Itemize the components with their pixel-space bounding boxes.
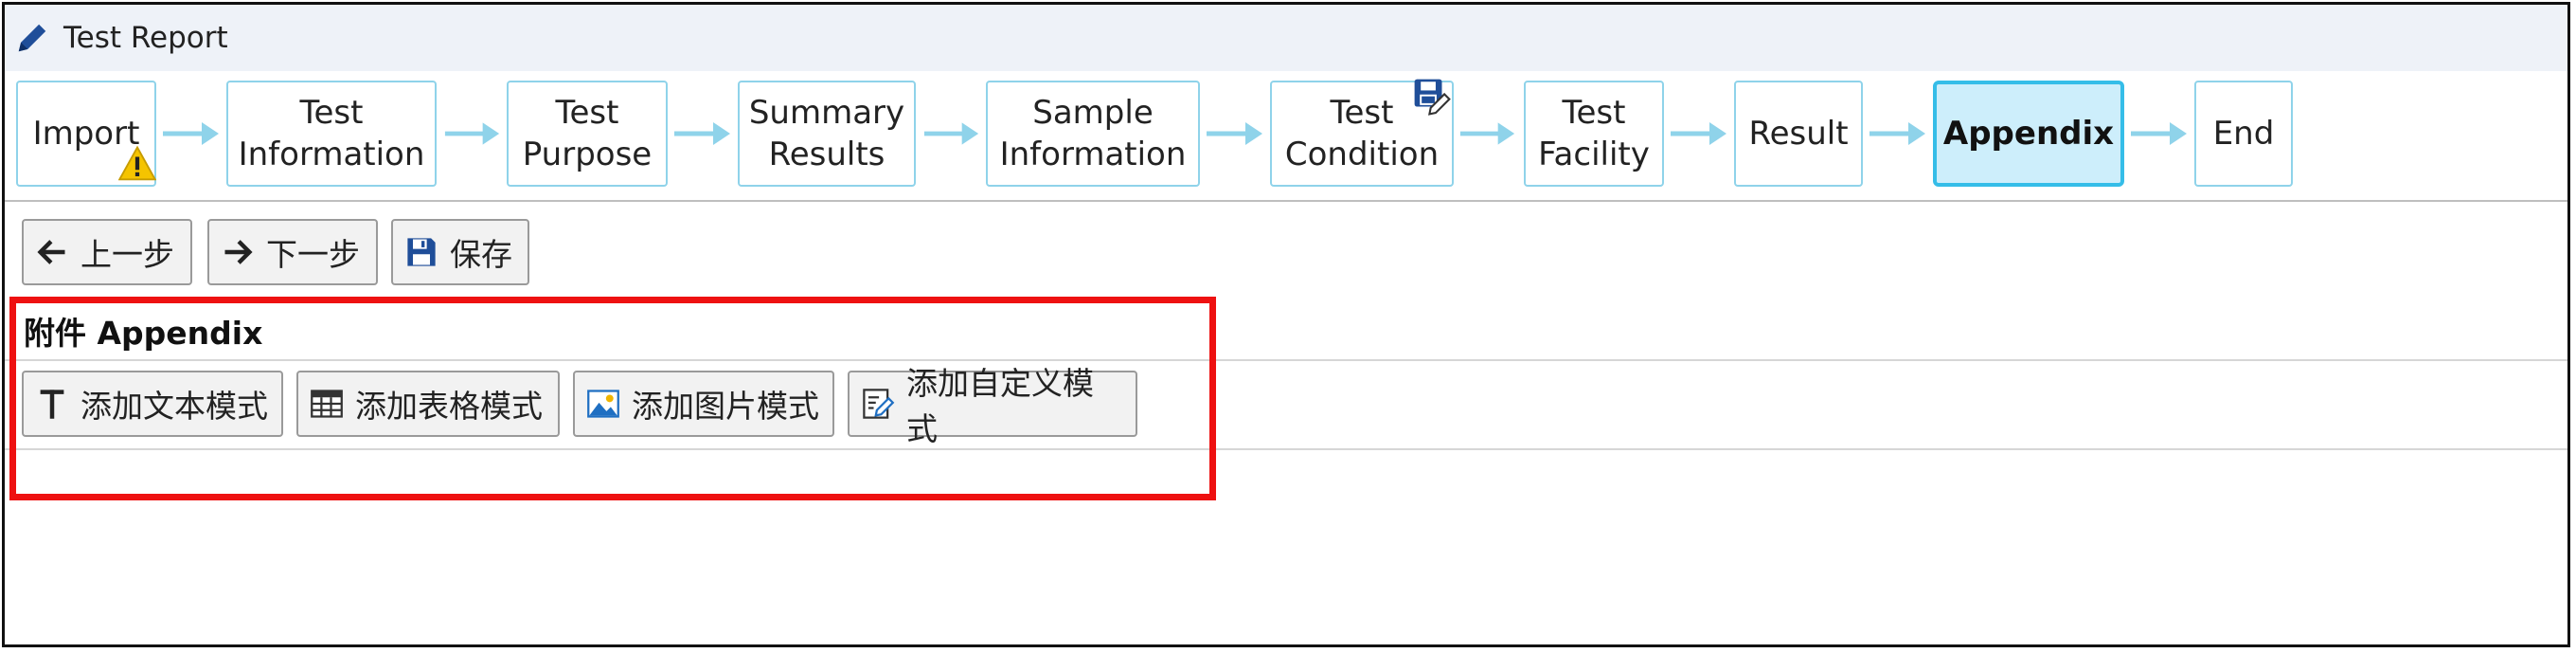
arrow-right-icon [224,240,253,264]
warning-icon [118,145,156,181]
pencil-icon [18,24,46,52]
save-label: 保存 [450,236,512,273]
step-sample-information[interactable]: Sample Information [986,81,1200,187]
previous-step-label: 上一步 [80,236,174,273]
add-text-mode-button[interactable]: 添加文本模式 [22,371,283,437]
arrow-right-icon [2131,122,2187,145]
image-icon [587,390,619,418]
add-image-mode-label: 添加图片模式 [632,388,819,425]
title-bar: Test Report [5,5,2567,71]
next-step-label: 下一步 [266,236,360,273]
step-label: Appendix [1942,115,2115,153]
add-custom-mode-label: 添加自定义模式 [906,365,1094,447]
step-appendix[interactable]: Appendix [1933,81,2124,187]
divider [5,359,2567,361]
arrow-right-icon [674,122,730,145]
step-test-purpose[interactable]: Test Purpose [507,81,668,187]
app-window: Test Report Import Test Information Test… [2,2,2570,647]
step-label: Test Facility [1538,94,1650,173]
step-label: Test Purpose [522,94,653,173]
arrow-right-icon [444,122,500,145]
section-title: 附件 Appendix [24,315,263,352]
add-text-mode-label: 添加文本模式 [80,388,268,425]
next-step-button[interactable]: 下一步 [207,219,378,285]
step-label: Summary Results [748,94,905,173]
add-table-mode-label: 添加表格模式 [355,388,543,425]
window-title: Test Report [63,21,228,55]
add-custom-mode-button[interactable]: 添加自定义模式 [848,365,1137,447]
floppy-disk-icon [407,238,436,266]
text-t-icon [40,390,64,419]
step-label: Result [1748,115,1849,153]
step-summary-results[interactable]: Summary Results [738,81,916,187]
arrow-right-icon [1459,122,1515,145]
step-test-condition[interactable]: Test Condition [1270,79,1454,187]
arrow-right-icon [163,122,219,145]
wizard-steps: Import Test Information Test Purpose Sum… [5,79,2567,192]
arrow-right-icon [1869,122,1925,145]
arrow-right-icon [1207,122,1262,145]
step-test-facility[interactable]: Test Facility [1524,81,1664,187]
divider [5,200,2567,202]
arrow-right-icon [1671,122,1726,145]
table-grid-icon [311,390,343,418]
step-label: Sample Information [999,94,1187,173]
previous-step-button[interactable]: 上一步 [22,219,192,285]
arrow-left-icon [37,240,65,264]
step-end[interactable]: End [2194,81,2293,187]
edit-document-icon [863,389,895,419]
step-import[interactable]: Import [16,81,156,187]
add-image-mode-button[interactable]: 添加图片模式 [573,371,834,437]
divider [5,448,2567,450]
arrow-right-icon [923,122,979,145]
save-edit-icon [1414,79,1451,116]
step-result[interactable]: Result [1734,81,1863,187]
step-label: Test Information [238,94,425,173]
save-button[interactable]: 保存 [391,219,529,285]
step-test-information[interactable]: Test Information [226,81,437,187]
step-label: End [2212,115,2275,153]
add-table-mode-button[interactable]: 添加表格模式 [296,371,560,437]
